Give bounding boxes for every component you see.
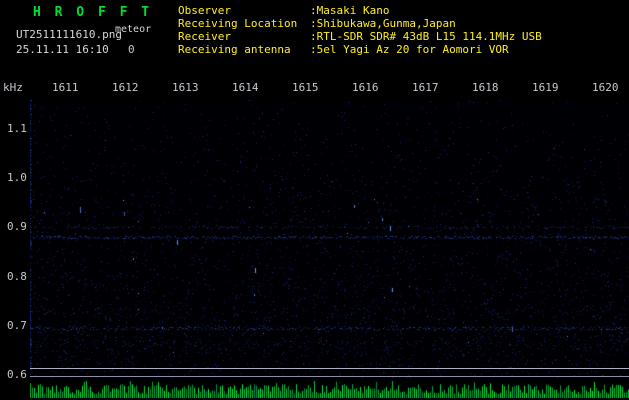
info-row: Receiving antenna :5el Yagi Az 20 for Aom… <box>178 43 542 56</box>
info-value: :5el Yagi Az 20 for Aomori VOR <box>310 43 509 56</box>
x-axis-tick-label: 1615 <box>292 81 319 94</box>
observation-datetime: 25.11.11 16:10 <box>16 43 109 56</box>
x-axis-tick-label: 1617 <box>412 81 439 94</box>
info-label: Receiving antenna <box>178 43 291 56</box>
x-axis-tick-label: 1614 <box>232 81 259 94</box>
y-axis-tick-label: 0.8 <box>7 270 27 283</box>
baseline-line-lower <box>30 376 629 377</box>
info-value: :RTL-SDR SDR# 43dB L15 114.1MHz USB <box>310 30 542 43</box>
signal-level-strip <box>30 380 629 398</box>
y-axis-tick-label: 1.1 <box>7 122 27 135</box>
x-axis-tick-label: 1612 <box>112 81 139 94</box>
info-label: Receiving Location <box>178 17 298 30</box>
info-row: Receiver :RTL-SDR SDR# 43dB L15 114.1MHz … <box>178 30 542 43</box>
y-axis-tick-label: 0.7 <box>7 319 27 332</box>
x-axis-tick-label: 1611 <box>52 81 79 94</box>
info-row: Receiving Location :Shibukawa,Gunma,Japan <box>178 17 542 30</box>
station-name: meteor <box>115 24 152 35</box>
y-axis-tick-label: 0.6 <box>7 368 27 381</box>
echo-count: 0 <box>128 43 135 56</box>
baseline-line-upper <box>30 368 629 369</box>
station-info-table: Observer :Masaki Kano Receiving Location :S… <box>178 4 542 56</box>
x-axis-tick-label: 1620 <box>592 81 619 94</box>
x-axis-tick-label: 1616 <box>352 81 379 94</box>
info-value: :Masaki Kano <box>310 4 390 17</box>
hrofft-window: H R O F F T UT2511111610.png meteor 25.1… <box>0 0 629 400</box>
y-axis-tick-label: 0.9 <box>7 220 27 233</box>
x-axis-tick-label: 1613 <box>172 81 199 94</box>
x-axis-tick-row: 1611 1612 1613 1614 1615 1616 1617 1618 1619 1620 <box>0 81 629 95</box>
spectrogram-canvas <box>30 100 629 378</box>
info-label: Receiver <box>178 30 231 43</box>
info-value: :Shibukawa,Gunma,Japan <box>310 17 456 30</box>
output-filename: UT2511111610.png <box>16 28 122 41</box>
app-title: H R O F F T <box>33 5 153 20</box>
x-axis-tick-label: 1618 <box>472 81 499 94</box>
y-axis-tick-label: 1.0 <box>7 171 27 184</box>
info-row: Observer :Masaki Kano <box>178 4 542 17</box>
x-axis-tick-label: 1619 <box>532 81 559 94</box>
info-label: Observer <box>178 4 231 17</box>
